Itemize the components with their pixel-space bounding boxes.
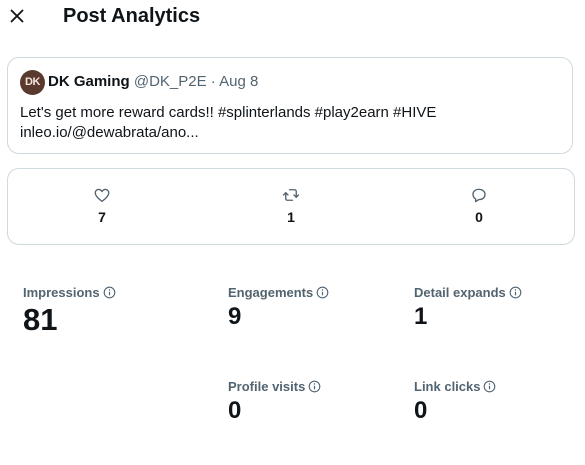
reposts-count: 1 xyxy=(287,209,295,225)
stat-label: Detail expands xyxy=(414,285,522,301)
heart-icon xyxy=(94,188,110,203)
user-handle[interactable]: @DK_P2E xyxy=(134,73,207,90)
avatar[interactable]: DK xyxy=(20,70,45,95)
reposts-metric[interactable]: 1 xyxy=(261,183,321,226)
likes-count: 7 xyxy=(98,209,106,225)
replies-count: 0 xyxy=(475,209,483,225)
detail-expands-stat: Detail expands 1 xyxy=(414,285,522,331)
impressions-value: 81 xyxy=(23,302,58,337)
detail-expands-value: 1 xyxy=(414,303,428,330)
info-icon[interactable] xyxy=(308,380,321,393)
impressions-label: Impressions xyxy=(23,285,100,300)
page-title: Post Analytics xyxy=(63,5,201,27)
tweet-text-line: Let's get more reward cards!! #splinterl… xyxy=(20,104,437,121)
engagements-label: Engagements xyxy=(228,285,314,300)
tweet-preview-card[interactable]: DK DK Gaming @DK_P2E · Aug 8 Let's get m… xyxy=(7,57,573,154)
close-icon xyxy=(10,9,24,23)
link-clicks-value: 0 xyxy=(414,397,428,424)
detail-expands-label: Detail expands xyxy=(414,285,506,300)
reply-icon xyxy=(472,188,486,203)
stat-label: Profile visits xyxy=(228,379,321,395)
engagement-metrics-card: 7 1 0 xyxy=(7,168,575,245)
info-icon[interactable] xyxy=(103,286,116,299)
info-icon[interactable] xyxy=(483,380,496,393)
tweet-header: DK Gaming @DK_P2E · Aug 8 xyxy=(48,73,258,91)
likes-metric[interactable]: 7 xyxy=(72,183,132,226)
impressions-stat: Impressions 81 xyxy=(23,285,116,337)
info-icon[interactable] xyxy=(316,286,329,299)
tweet-link[interactable]: inleo.io/@dewabrata/ano... xyxy=(20,123,436,143)
separator-dot: · xyxy=(210,73,216,90)
engagements-value: 9 xyxy=(228,303,242,330)
link-clicks-label: Link clicks xyxy=(414,379,481,394)
repost-icon xyxy=(282,189,300,201)
info-icon[interactable] xyxy=(509,286,522,299)
replies-metric[interactable]: 0 xyxy=(449,183,509,226)
link-clicks-stat: Link clicks 0 xyxy=(414,379,496,425)
close-button[interactable] xyxy=(6,5,28,27)
stat-label: Engagements xyxy=(228,285,329,301)
stat-label: Link clicks xyxy=(414,379,496,395)
profile-visits-label: Profile visits xyxy=(228,379,306,394)
profile-visits-value: 0 xyxy=(228,397,242,424)
tweet-date[interactable]: Aug 8 xyxy=(219,73,258,90)
stat-label: Impressions xyxy=(23,285,116,301)
display-name[interactable]: DK Gaming xyxy=(48,73,130,90)
engagements-stat: Engagements 9 xyxy=(228,285,329,331)
header: Post Analytics xyxy=(0,0,585,34)
profile-visits-stat: Profile visits 0 xyxy=(228,379,321,425)
tweet-text: Let's get more reward cards!! #splinterl… xyxy=(20,103,436,143)
